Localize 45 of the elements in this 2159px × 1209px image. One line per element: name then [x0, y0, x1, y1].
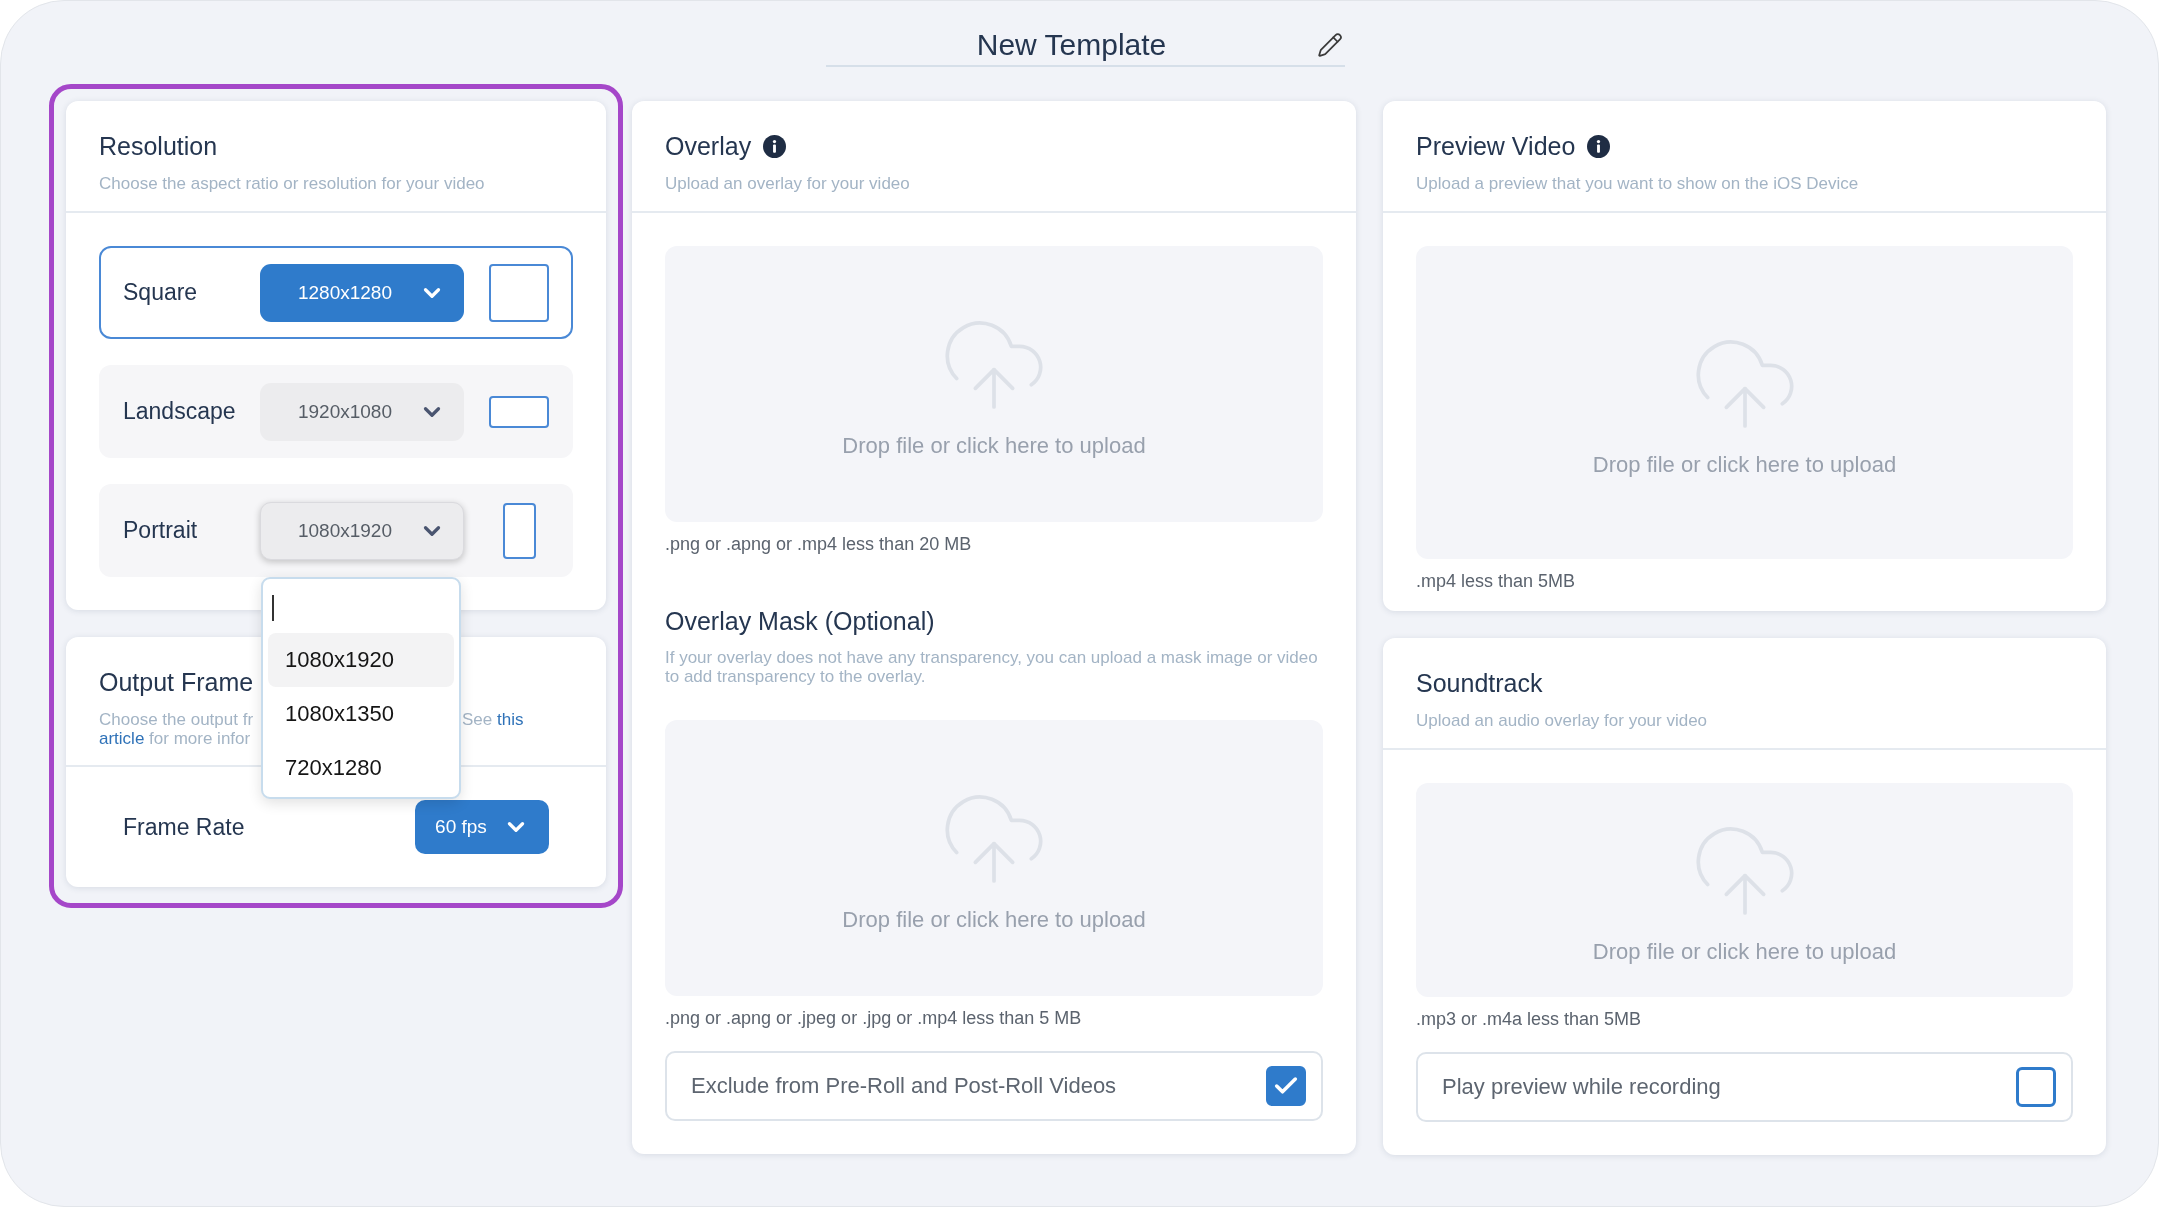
file-hint: .mp3 or .m4a less than 5MB — [1416, 1008, 1643, 1030]
portrait-frame-icon — [502, 502, 536, 559]
description-text: Choose the output fr — [99, 710, 254, 729]
inline-link[interactable]: this — [497, 710, 524, 729]
inline-link[interactable]: article — [99, 729, 145, 748]
card-subtitle: Upload a preview that you want to show on the iOS Device — [1416, 174, 1860, 194]
option-label: Square — [123, 279, 199, 306]
option-label: Portrait — [123, 517, 199, 544]
resolution-select[interactable]: 1080x1920 — [260, 501, 464, 560]
description-text: article for more infor — [99, 729, 251, 748]
checkbox-label: Play preview while recording — [1442, 1074, 1721, 1100]
resolution-option[interactable]: Square 1280x1280 — [99, 246, 573, 339]
resolution-option[interactable]: Landscape 1920x1080 — [99, 365, 573, 458]
menu-item[interactable]: 1080x1350 — [268, 687, 454, 741]
resolution-select[interactable]: 1280x1280 — [260, 263, 464, 322]
card-title: Preview Video — [1416, 131, 1576, 161]
option-label: Landscape — [123, 398, 237, 425]
pencil-icon[interactable] — [1317, 32, 1343, 58]
info-icon[interactable] — [763, 134, 787, 158]
menu-item[interactable]: 720x1280 — [268, 741, 454, 795]
card-title: Output Frame — [99, 667, 254, 697]
option-label: Frame Rate — [123, 813, 246, 841]
checkbox-label: Exclude from Pre-Roll and Post-Roll Videos — [691, 1073, 1117, 1099]
template-name-field[interactable]: New Template — [826, 30, 1345, 67]
card-subtitle: Upload an audio overlay for your video — [1416, 711, 1709, 731]
checkbox[interactable] — [2016, 1067, 2056, 1107]
file-hint: .png or .apng or .mp4 less than 20 MB — [665, 533, 973, 555]
info-icon[interactable] — [1587, 134, 1611, 158]
menu-item[interactable]: 1080x1920 — [268, 633, 454, 687]
landscape-frame-icon — [489, 395, 549, 428]
resolution-select[interactable]: 1920x1080 — [260, 382, 464, 441]
file-hint: .png or .apng or .jpeg or .jpg or .mp4 less than 5 MB — [665, 1007, 1083, 1029]
section-description: If your overlay does not have any transparency, you can upload a mask image or video to add transparency to the overlay. — [665, 648, 1319, 686]
square-frame-icon — [489, 263, 549, 322]
resolution-option[interactable]: Portrait 1080x1920 — [99, 484, 573, 577]
file-hint: .mp4 less than 5MB — [1416, 570, 1577, 592]
checkbox[interactable] — [1266, 1066, 1306, 1106]
card-title: Resolution — [99, 131, 218, 161]
description-text: See this — [462, 710, 524, 729]
card-subtitle: Choose the aspect ratio or resolution for your video — [99, 174, 486, 194]
card-title: Overlay — [665, 131, 752, 161]
card-title: Soundtrack — [1416, 668, 1543, 698]
frame-rate-select[interactable]: 60 fps — [415, 800, 549, 854]
card-subtitle: Upload an overlay for your video — [665, 174, 911, 194]
section-title: Overlay Mask (Optional) — [665, 606, 936, 636]
